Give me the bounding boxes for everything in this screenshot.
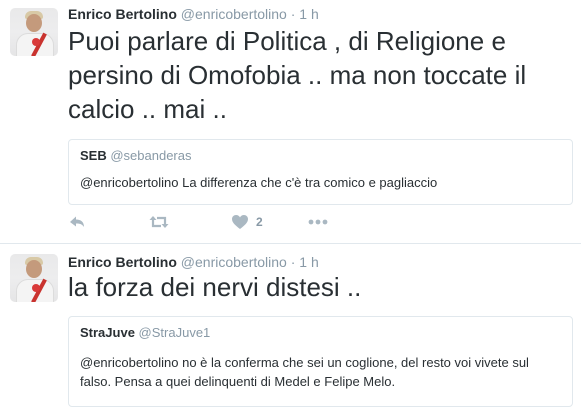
more-button[interactable] (308, 213, 328, 233)
reply-icon (70, 216, 84, 227)
avatar[interactable] (10, 8, 58, 56)
retweet-icon (149, 216, 169, 228)
quoted-tweet-header: StraJuve @StraJuve1 (80, 325, 210, 341)
quoted-tweet[interactable]: StraJuve @StraJuve1 @enricobertolino no … (68, 316, 573, 407)
reply-button[interactable] (68, 213, 86, 233)
quoted-author-handle: @StraJuve1 (138, 325, 211, 340)
quoted-author-name: StraJuve (80, 325, 135, 340)
tweet-text: la forza dei nervi distesi .. (68, 272, 362, 302)
tweet-header: Enrico Bertolino @enricobertolino · 1 h (68, 253, 319, 271)
quoted-tweet[interactable]: SEB @sebanderas @enricobertolino La diff… (68, 139, 573, 205)
author-name[interactable]: Enrico Bertolino (68, 6, 177, 22)
timestamp[interactable]: 1 h (299, 6, 318, 22)
tweet[interactable]: Enrico Bertolino @enricobertolino · 1 h … (0, 244, 581, 408)
author-handle[interactable]: @enricobertolino (181, 254, 287, 270)
more-icon (308, 219, 328, 225)
author-handle[interactable]: @enricobertolino (181, 6, 287, 22)
author-name[interactable]: Enrico Bertolino (68, 254, 177, 270)
quoted-tweet-text: @enricobertolino no è la conferma che se… (80, 355, 529, 389)
like-button[interactable] (231, 213, 249, 233)
quoted-author-name: SEB (80, 148, 107, 163)
quoted-author-handle: @sebanderas (110, 148, 192, 163)
like-count: 2 (256, 215, 263, 229)
separator: · (290, 254, 296, 270)
tweet-header: Enrico Bertolino @enricobertolino · 1 h (68, 5, 319, 23)
timestamp[interactable]: 1 h (299, 254, 318, 270)
tweet[interactable]: Enrico Bertolino @enricobertolino · 1 h … (0, 0, 581, 243)
retweet-button[interactable] (148, 213, 170, 233)
quoted-tweet-header: SEB @sebanderas (80, 148, 192, 164)
tweet-text: Puoi parlare di Politica , di Religione … (68, 26, 527, 124)
heart-icon (232, 215, 248, 229)
avatar[interactable] (10, 254, 58, 302)
tweet-actions: 2 (68, 213, 368, 233)
separator: · (290, 6, 296, 22)
quoted-tweet-text: @enricobertolino La differenza che c'è t… (80, 175, 438, 190)
